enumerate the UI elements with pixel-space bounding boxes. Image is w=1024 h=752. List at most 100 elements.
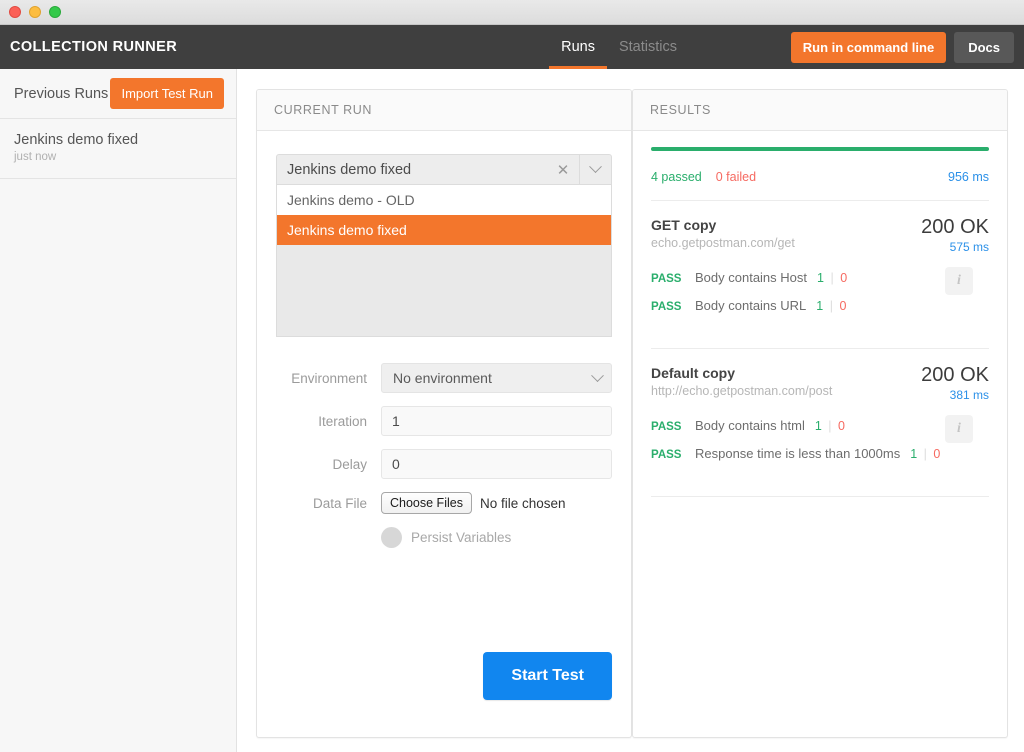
environment-row: Environment No environment (276, 363, 612, 393)
results-panel: RESULTS 4 passed 0 failed 956 ms GET cop… (632, 89, 1008, 738)
test-name: Body contains Host (695, 270, 808, 285)
iteration-label: Iteration (318, 413, 367, 429)
count-separator: | (923, 447, 927, 461)
collection-selector: Jenkins demo fixed ✕ Jenkins demo - OLD … (257, 131, 631, 337)
window-close-button[interactable] (9, 6, 21, 18)
tab-runs[interactable]: Runs (549, 25, 607, 69)
request-url: echo.getpostman.com/get (651, 236, 795, 250)
delay-row: Delay (276, 449, 612, 479)
page-title: COLLECTION RUNNER (10, 39, 178, 55)
test-counts: 1 | 0 (910, 447, 940, 461)
sidebar: Previous Runs Import Test Run Jenkins de… (0, 69, 237, 752)
header-actions: Run in command line Docs (790, 25, 1024, 69)
test-counts: 1 | 0 (815, 419, 845, 433)
test-fail-count: 0 (933, 447, 941, 461)
docs-button[interactable]: Docs (954, 31, 1014, 63)
results-panel-title: RESULTS (633, 90, 1007, 131)
request-name: Default copy (651, 365, 736, 381)
test-result-tag: PASS (651, 273, 682, 285)
persist-variables-label: Persist Variables (411, 530, 512, 545)
data-file-label: Data File (312, 495, 367, 511)
window-minimize-button[interactable] (29, 6, 41, 18)
collection-select-control[interactable]: Jenkins demo fixed ✕ (276, 154, 612, 185)
current-run-panel-title: CURRENT RUN (257, 90, 631, 131)
test-result-tag: PASS (651, 421, 682, 433)
header-tabs: Runs Statistics (549, 25, 689, 69)
close-icon[interactable]: ✕ (547, 155, 579, 184)
collection-option-jenkins-demo-old[interactable]: Jenkins demo - OLD (277, 185, 611, 215)
data-file-row: Data File Choose Files No file chosen (276, 492, 612, 514)
response-time: 381 ms (949, 388, 989, 402)
previous-runs-heading: Previous Runs (14, 85, 109, 102)
environment-select[interactable]: No environment (381, 363, 612, 393)
iteration-row: Iteration (276, 406, 612, 436)
workspace: Previous Runs Import Test Run Jenkins de… (0, 69, 1024, 752)
table-row: PASS Response time is less than 1000ms 1… (651, 446, 989, 461)
test-pass-count: 1 (910, 447, 918, 461)
total-time: 956 ms (948, 170, 989, 184)
count-separator: | (830, 271, 834, 285)
test-name: Body contains URL (695, 298, 807, 313)
no-file-chosen-text: No file chosen (479, 495, 566, 511)
previous-run-name: Jenkins demo fixed (14, 132, 139, 148)
tab-statistics-label: Statistics (618, 39, 677, 55)
chevron-down-icon[interactable] (579, 155, 611, 184)
request-name: GET copy (651, 217, 717, 233)
test-list: PASS Body contains html 1 | 0 PASS Respo… (651, 418, 989, 461)
request-url: http://echo.getpostman.com/post (651, 384, 833, 398)
divider (651, 496, 989, 497)
count-separator: | (828, 419, 832, 433)
tab-runs-label: Runs (561, 39, 595, 55)
environment-selected-value: No environment (393, 370, 492, 386)
test-fail-count: 0 (839, 299, 847, 313)
table-row: PASS Body contains Host 1 | 0 (651, 270, 989, 285)
collection-option-label: Jenkins demo - OLD (287, 192, 415, 208)
result-block: GET copy echo.getpostman.com/get 200 OK … (633, 201, 1007, 332)
main-content: CURRENT RUN Jenkins demo fixed ✕ Jenkins… (237, 69, 1024, 752)
status-badge: 200 OK (921, 364, 989, 386)
choose-files-button[interactable]: Choose Files (381, 492, 472, 514)
test-pass-count: 1 (817, 271, 824, 285)
collection-option-jenkins-demo-fixed[interactable]: Jenkins demo fixed (277, 215, 611, 245)
status-badge: 200 OK (921, 216, 989, 238)
list-item[interactable]: Jenkins demo fixed just now (0, 119, 236, 179)
import-test-run-button[interactable]: Import Test Run (110, 78, 224, 109)
app-header: COLLECTION RUNNER Runs Statistics Run in… (0, 25, 1024, 69)
run-in-command-line-button[interactable]: Run in command line (790, 31, 947, 63)
collection-option-label: Jenkins demo fixed (287, 222, 407, 238)
passed-count: 4 passed (651, 170, 702, 184)
collection-selected-value: Jenkins demo fixed (287, 161, 412, 178)
test-counts: 1 | 0 (817, 271, 847, 285)
test-result-tag: PASS (651, 301, 682, 313)
failed-count: 0 failed (715, 170, 757, 184)
info-icon[interactable]: i (945, 267, 973, 295)
test-name: Response time is less than 1000ms (695, 446, 901, 461)
table-row: PASS Body contains URL 1 | 0 (651, 298, 989, 313)
test-pass-count: 1 (816, 299, 824, 313)
test-result-tag: PASS (651, 449, 682, 461)
delay-label: Delay (332, 456, 367, 472)
current-run-panel: CURRENT RUN Jenkins demo fixed ✕ Jenkins… (256, 89, 632, 738)
iteration-input[interactable] (381, 406, 612, 436)
start-test-button[interactable]: Start Test (483, 652, 612, 700)
sidebar-header: Previous Runs Import Test Run (0, 69, 236, 119)
previous-run-timestamp: just now (14, 151, 57, 163)
info-icon[interactable]: i (945, 415, 973, 443)
current-run-panel-body: Jenkins demo fixed ✕ Jenkins demo - OLD … (257, 131, 631, 737)
count-separator: | (829, 299, 833, 313)
tab-statistics[interactable]: Statistics (607, 25, 689, 69)
chevron-down-icon (591, 368, 604, 382)
window-maximize-button[interactable] (49, 6, 61, 18)
collection-dropdown-menu[interactable]: Jenkins demo - OLD Jenkins demo fixed (276, 185, 612, 337)
test-name: Body contains html (695, 418, 805, 433)
window-titlebar (0, 0, 1024, 25)
delay-input[interactable] (381, 449, 612, 479)
test-list: PASS Body contains Host 1 | 0 PASS Body … (651, 270, 989, 313)
result-block: Default copy http://echo.getpostman.com/… (633, 349, 1007, 480)
test-pass-count: 1 (814, 419, 822, 433)
persist-variables-toggle[interactable] (381, 527, 402, 548)
test-fail-count: 0 (840, 271, 848, 285)
results-counts: 4 passed 0 failed 956 ms (651, 170, 989, 184)
start-test-container: Start Test (483, 652, 612, 700)
test-fail-count: 0 (838, 419, 845, 433)
